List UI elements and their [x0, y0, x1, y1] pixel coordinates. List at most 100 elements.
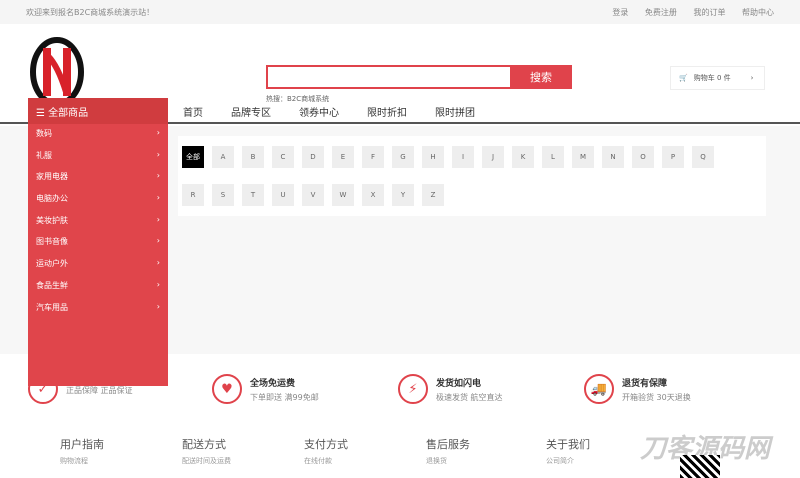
category-item[interactable]: 数码 › — [28, 124, 168, 146]
letter-button[interactable]: F — [362, 146, 384, 168]
welcome-text: 欢迎来到报名B2C商城系统演示站！ — [26, 7, 155, 17]
letter-button[interactable]: S — [212, 184, 234, 206]
category-item[interactable]: 食品生鲜 › — [28, 276, 168, 298]
truck-icon: 🚚 — [584, 374, 614, 404]
search-button[interactable]: 搜索 — [510, 65, 572, 89]
category-label: 图书音像 — [36, 237, 68, 247]
search-input[interactable] — [266, 65, 510, 89]
nav-brands[interactable]: 品牌专区 — [231, 104, 271, 119]
feature-subtitle: 正品保障 正品保证 — [66, 386, 133, 395]
heart-hand-icon: ♥ — [212, 374, 242, 404]
qr-code — [680, 455, 720, 478]
footer-column: 售后服务 退换货 — [426, 436, 470, 466]
feature-subtitle: 开箱验货 30天退换 — [622, 392, 691, 402]
category-item[interactable]: 电脑办公 › — [28, 189, 168, 211]
category-label: 家用电器 — [36, 172, 68, 182]
footer-column: 支付方式 在线付款 — [304, 436, 348, 466]
letter-button[interactable]: D — [302, 146, 324, 168]
lightning-icon: ⚡ — [398, 374, 428, 404]
feature-title: 退货有保障 — [622, 378, 668, 389]
category-item[interactable]: 汽车用品 › — [28, 298, 168, 320]
category-label: 数码 — [36, 129, 52, 138]
top-bar: 欢迎来到报名B2C商城系统演示站！ 登录 免费注册 我的订单 帮助中心 — [0, 0, 800, 24]
footer-column: 配送方式配送时间及运费 — [182, 436, 231, 466]
letter-button[interactable]: P — [662, 146, 684, 168]
nav-groupbuy[interactable]: 限时拼团 — [435, 104, 475, 119]
chevron-right-icon: › — [156, 279, 160, 289]
category-label: 运动户外 — [36, 259, 68, 269]
chevron-right-icon: › — [156, 149, 160, 159]
feature-subtitle: 极速发货 航空直达 — [436, 392, 503, 402]
menu-icon: ☰ — [36, 108, 49, 119]
letter-button[interactable]: I — [452, 146, 474, 168]
category-item[interactable]: 图书音像 › — [28, 232, 168, 254]
all-categories-button[interactable]: ☰ 全部商品 — [28, 98, 168, 124]
nav-coupons[interactable]: 领券中心 — [299, 104, 339, 119]
chevron-right-icon: › — [156, 236, 160, 246]
chevron-right-icon: › — [156, 214, 160, 224]
category-label: 美妆护肤 — [36, 215, 68, 225]
category-list: 数码 › 礼服 › 家用电器 › 电脑办公 › 美妆护肤 › 图书音像 › 运动户外 › 食品生鲜 › 汽车用品… — [28, 124, 168, 386]
letter-button[interactable]: Q — [692, 146, 714, 168]
category-item[interactable]: 礼服 › — [28, 146, 168, 168]
footer-column: 用户指南 购物流程 — [60, 436, 104, 466]
chevron-right-icon: › — [156, 301, 160, 311]
letter-button[interactable]: J — [482, 146, 504, 168]
feature-item: ⚡ 发货如闪电极速发货 航空直达 — [398, 374, 503, 404]
nav-discount[interactable]: 限时折扣 — [367, 104, 407, 119]
feature-title: 发货如闪电 — [436, 378, 482, 389]
category-label: 礼服 — [36, 150, 52, 160]
footer-title: 关于我们 — [546, 438, 590, 451]
cart-icon: 🛒 — [679, 74, 688, 82]
letter-button[interactable]: V — [302, 184, 324, 206]
letter-button[interactable]: K — [512, 146, 534, 168]
footer-link[interactable]: 购物流程 — [60, 456, 104, 466]
my-orders-link[interactable]: 我的订单 — [693, 8, 725, 17]
letter-button[interactable]: X — [362, 184, 384, 206]
letter-button[interactable]: Z — [422, 184, 444, 206]
letter-button[interactable]: T — [242, 184, 264, 206]
letter-button[interactable]: U — [272, 184, 294, 206]
letter-button[interactable]: G — [392, 146, 414, 168]
feature-item: 🚚 退货有保障开箱验货 30天退换 — [584, 374, 691, 404]
footer-link[interactable]: 配送时间及运费 — [182, 456, 231, 466]
letter-button[interactable]: O — [632, 146, 654, 168]
category-item[interactable]: 美妆护肤 › — [28, 211, 168, 233]
letter-button[interactable]: H — [422, 146, 444, 168]
login-link[interactable]: 登录 — [612, 8, 628, 17]
help-center-link[interactable]: 帮助中心 — [742, 8, 774, 17]
letter-button[interactable]: M — [572, 146, 594, 168]
chevron-right-icon: › — [156, 128, 160, 137]
letter-button[interactable]: C — [272, 146, 294, 168]
feature-subtitle: 下单即送 满99免邮 — [250, 392, 319, 402]
letter-button[interactable]: E — [332, 146, 354, 168]
letter-button[interactable]: Y — [392, 184, 414, 206]
letter-all[interactable]: 全部 — [182, 146, 204, 168]
footer-link[interactable]: 在线付款 — [304, 456, 348, 466]
chevron-right-icon: › — [156, 171, 160, 181]
footer-link[interactable]: 退换货 — [426, 456, 470, 466]
footer-column: 关于我们 公司简介 — [546, 436, 590, 466]
footer-link[interactable]: 公司简介 — [546, 456, 590, 466]
letter-button[interactable]: W — [332, 184, 354, 206]
category-label: 食品生鲜 — [36, 280, 68, 290]
chevron-right-icon: › — [156, 258, 160, 268]
category-label: 汽车用品 — [36, 302, 68, 312]
letter-button[interactable]: R — [182, 184, 204, 206]
chevron-right-icon: › — [156, 193, 160, 203]
letter-button[interactable]: B — [242, 146, 264, 168]
nav-home[interactable]: 首页 — [183, 104, 203, 119]
register-link[interactable]: 免费注册 — [645, 8, 677, 17]
category-label: 电脑办公 — [36, 194, 68, 204]
chevron-right-icon: › — [750, 74, 754, 82]
cart-label: 购物车 0 件 — [693, 74, 731, 82]
letter-button[interactable]: L — [542, 146, 564, 168]
category-item[interactable]: 家用电器 › — [28, 167, 168, 189]
letter-button[interactable]: N — [602, 146, 624, 168]
letter-button[interactable]: A — [212, 146, 234, 168]
header: 搜索 热搜：B2C商城系统 🛒 购物车 0 件 › — [0, 24, 800, 107]
cart-button[interactable]: 🛒 购物车 0 件 › — [670, 66, 765, 90]
footer-title: 配送方式 — [182, 438, 226, 451]
feature-item: ♥ 全场免运费 下单即送 满99免邮 — [212, 374, 319, 404]
category-item[interactable]: 运动户外 › — [28, 254, 168, 276]
